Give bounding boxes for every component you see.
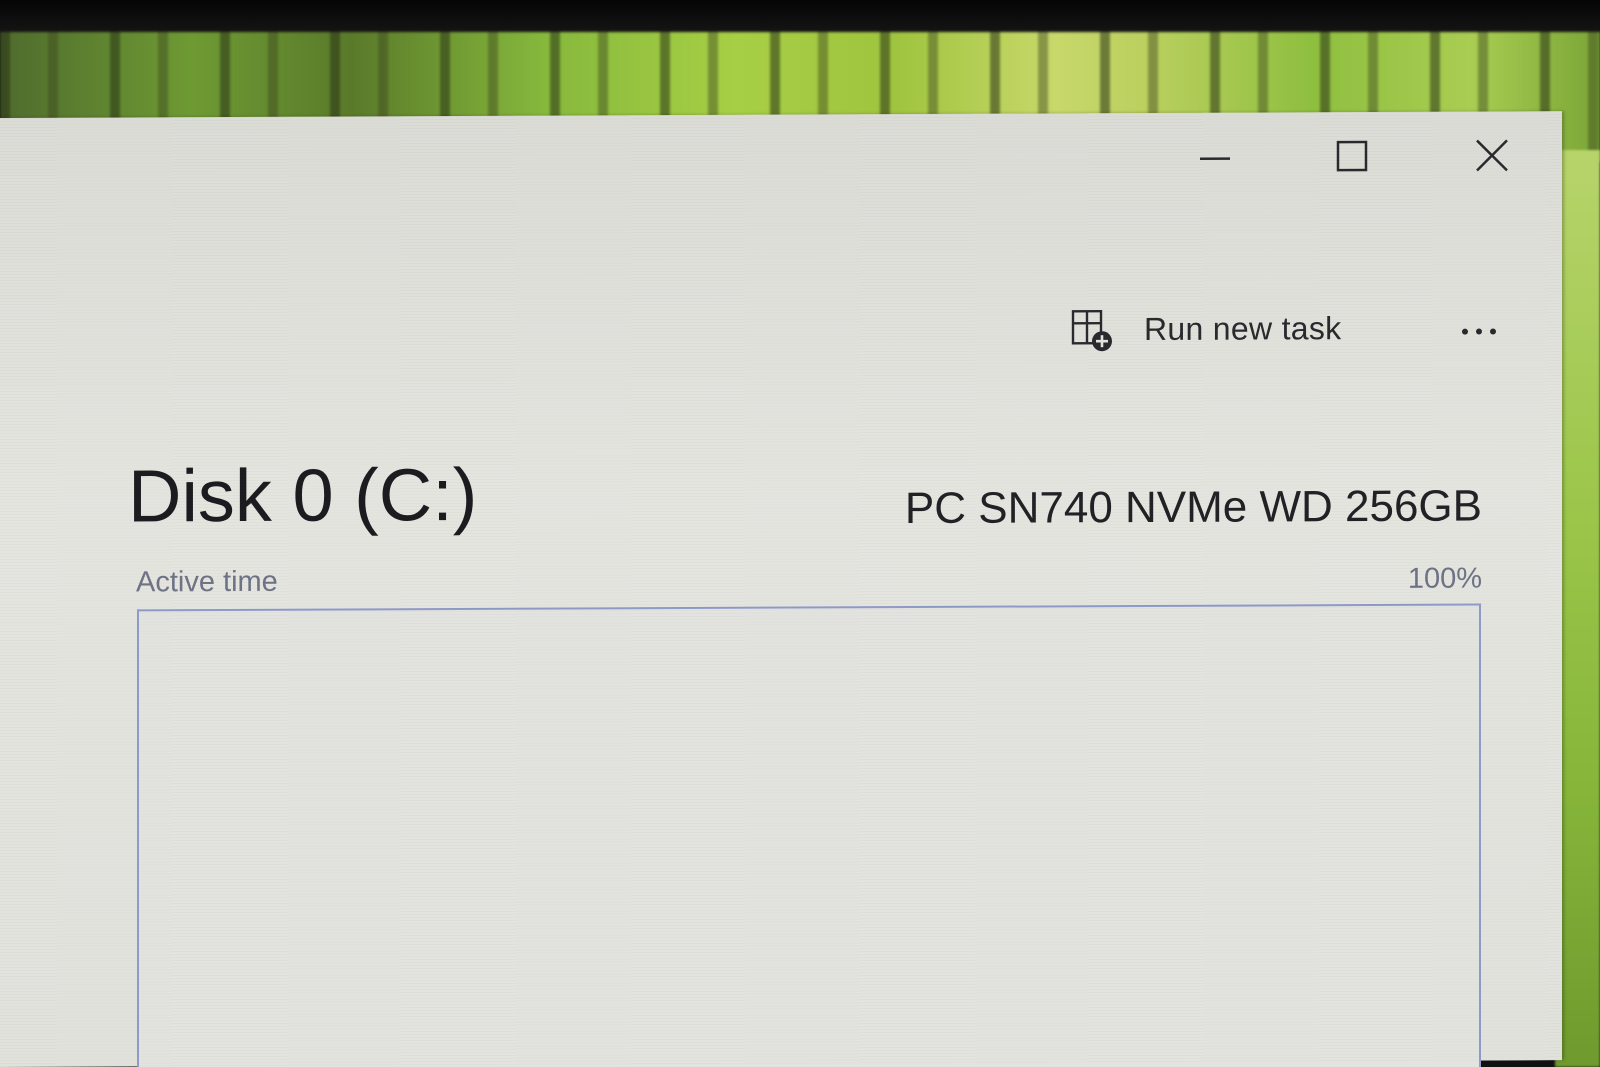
close-icon (1476, 139, 1508, 172)
screen: Run new task Disk 0 (C:) PC SN740 NVMe W… (0, 0, 1600, 1067)
more-dot-icon (1462, 328, 1468, 335)
monitor-bezel (0, 0, 1600, 36)
task-manager-window: Run new task Disk 0 (C:) PC SN740 NVMe W… (0, 111, 1562, 1067)
active-time-label: Active time (136, 565, 278, 599)
active-time-graph (137, 603, 1481, 1067)
more-dot-icon (1476, 328, 1482, 335)
maximize-icon (1336, 140, 1368, 172)
minimize-button[interactable] (1175, 131, 1255, 183)
minimize-icon (1200, 157, 1230, 161)
run-new-task-icon (1071, 309, 1112, 352)
close-button[interactable] (1452, 129, 1532, 181)
maximize-button[interactable] (1312, 130, 1392, 182)
run-new-task-label: Run new task (1144, 309, 1342, 347)
disk-title: Disk 0 (C:) (128, 452, 478, 538)
run-new-task-button[interactable]: Run new task (1068, 302, 1341, 355)
disk-model: PC SN740 NVMe WD 256GB (904, 481, 1482, 534)
active-time-max-label: 100% (1407, 562, 1482, 595)
more-dot-icon (1490, 328, 1496, 335)
active-time-graph-canvas (139, 606, 1479, 1067)
more-options-button[interactable] (1448, 311, 1510, 351)
